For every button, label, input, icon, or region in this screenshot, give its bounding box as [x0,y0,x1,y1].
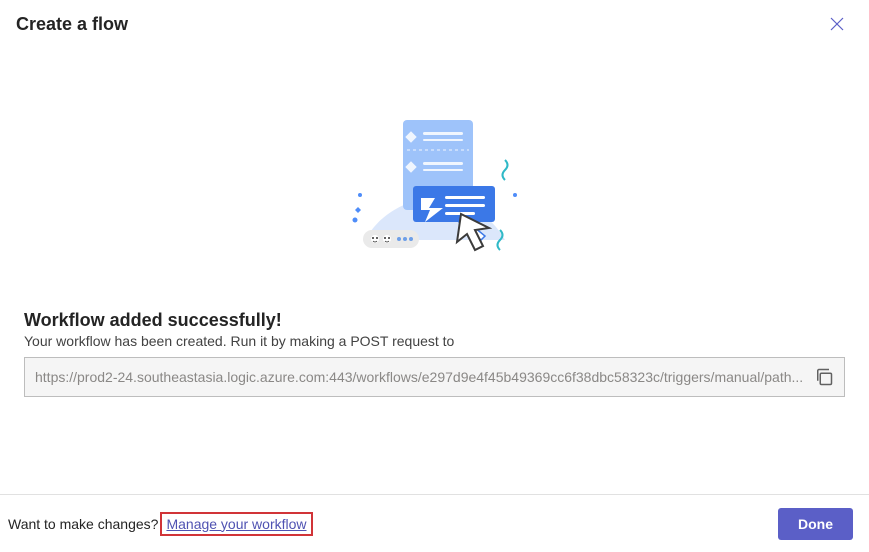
dialog-header: Create a flow [0,0,869,40]
workflow-url: https://prod2-24.southeastasia.logic.azu… [35,369,806,385]
content-area: Workflow added successfully! Your workfl… [0,310,869,397]
url-box: https://prod2-24.southeastasia.logic.azu… [24,357,845,397]
done-button[interactable]: Done [778,508,853,540]
dialog-title: Create a flow [16,14,128,35]
success-heading: Workflow added successfully! [24,310,845,331]
success-subtext: Your workflow has been created. Run it b… [24,333,845,349]
success-illustration [0,100,869,260]
manage-workflow-link[interactable]: Manage your workflow [160,512,312,536]
copy-icon [814,367,834,387]
close-icon [830,17,844,31]
workflow-illustration-icon [325,100,545,260]
close-button[interactable] [821,8,853,40]
footer-prompt-group: Want to make changes? Manage your workfl… [8,512,313,536]
footer-prompt: Want to make changes? [8,516,158,532]
copy-button[interactable] [814,367,834,387]
dialog-footer: Want to make changes? Manage your workfl… [0,494,869,552]
